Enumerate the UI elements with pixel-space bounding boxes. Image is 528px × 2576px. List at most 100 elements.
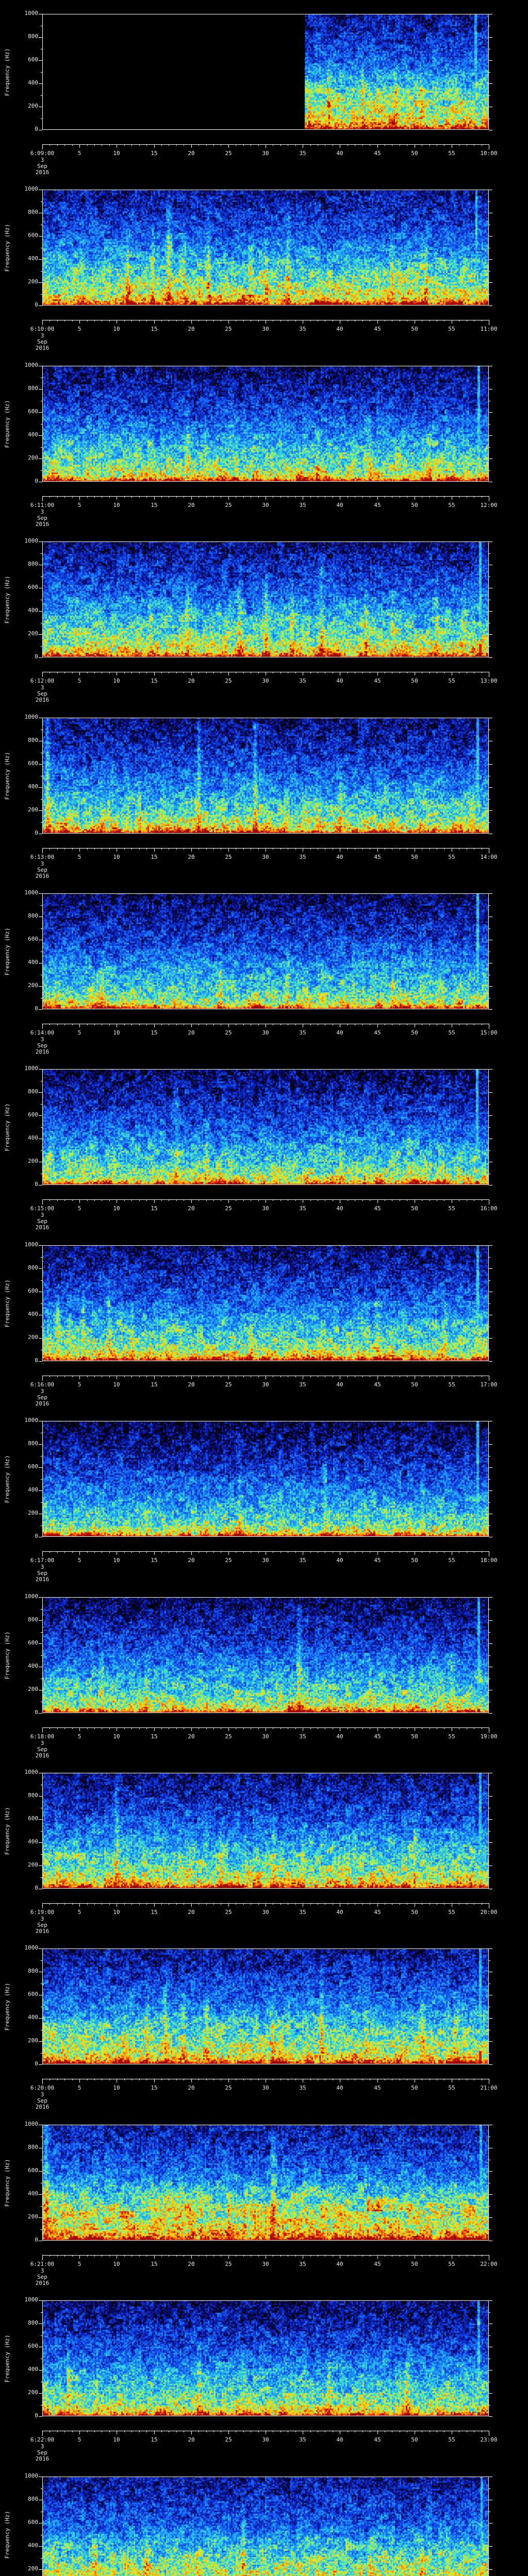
freq-tick-label: 0 [35, 1709, 38, 1716]
time-tick-label: 35 [299, 1381, 306, 1388]
freq-tick-label: 1000 [24, 1241, 39, 1248]
time-tick-label: 40 [336, 2084, 343, 2091]
start-time-label: 6:22:00 [30, 2436, 55, 2443]
time-tick-label: 20 [188, 150, 195, 157]
freq-tick-label: 200 [28, 1158, 38, 1164]
frequency-axis-title: Frequency (Hz) [4, 1279, 11, 1328]
freq-tick-label: 1000 [24, 362, 39, 368]
freq-tick-label: 400 [28, 2542, 38, 2549]
freq-tick-label: 800 [28, 1616, 38, 1623]
freq-tick-label: 800 [28, 912, 38, 919]
date-line: 2016 [35, 697, 50, 703]
time-tick-label: 45 [374, 326, 381, 332]
time-tick-label: 25 [225, 150, 232, 157]
frequency-axis-title: Frequency (Hz) [4, 1982, 11, 2031]
freq-tick-label: 600 [28, 1815, 38, 1822]
time-tick-label: 15 [151, 854, 158, 860]
freq-tick-label: 200 [28, 630, 38, 637]
freq-tick-label: 400 [28, 1838, 38, 1845]
time-tick-label: 30 [262, 502, 269, 509]
time-tick-label: 50 [411, 1381, 418, 1388]
time-tick-label: 50 [411, 1909, 418, 1916]
start-time-label: 6:13:00 [30, 854, 55, 860]
time-tick-label: 5 [77, 502, 81, 509]
freq-tick-label: 800 [28, 2144, 38, 2150]
time-tick-label: 10 [113, 150, 120, 157]
start-time-label: 6:21:00 [30, 2261, 55, 2267]
time-tick-label: 10 [113, 854, 120, 860]
time-tick-label: 45 [374, 1557, 381, 1564]
time-tick-label: 5 [77, 1909, 81, 1916]
time-tick-label: 45 [374, 2261, 381, 2267]
time-tick-label: 35 [299, 502, 306, 509]
time-tick-label: 5 [77, 1733, 81, 1740]
start-time-label: 6:09:00 [30, 150, 55, 157]
time-tick-label: 20 [188, 2261, 195, 2267]
freq-tick-label: 400 [28, 255, 38, 262]
frequency-axis-title: Frequency (Hz) [4, 224, 11, 272]
time-tick-label: 50 [411, 150, 418, 157]
time-tick-label: 25 [225, 1557, 232, 1564]
end-time-label: 17:00 [480, 1381, 498, 1388]
time-tick-label: 15 [151, 150, 158, 157]
end-time-label: 11:00 [480, 326, 498, 332]
freq-tick-label: 400 [28, 959, 38, 965]
freq-tick-label: 200 [28, 454, 38, 461]
time-tick-label: 25 [225, 2084, 232, 2091]
start-time-label: 6:15:00 [30, 1205, 55, 1212]
time-tick-label: 50 [411, 2261, 418, 2267]
time-tick-label: 20 [188, 1733, 195, 1740]
spectrogram-canvas [42, 1597, 489, 1713]
freq-tick-label: 200 [28, 1861, 38, 1868]
freq-tick-label: 400 [28, 1311, 38, 1317]
freq-tick-label: 600 [28, 760, 38, 767]
freq-tick-label: 800 [28, 737, 38, 743]
time-tick-label: 40 [336, 502, 343, 509]
freq-tick-label: 800 [28, 209, 38, 215]
freq-tick-label: 600 [28, 2343, 38, 2349]
date-line: 2016 [35, 2280, 50, 2286]
time-tick-label: 15 [151, 1029, 158, 1036]
time-tick-label: 40 [336, 2436, 343, 2443]
freq-tick-label: 600 [28, 2167, 38, 2174]
time-tick-label: 30 [262, 1381, 269, 1388]
time-tick-label: 30 [262, 150, 269, 157]
time-tick-label: 20 [188, 2084, 195, 2091]
time-tick-label: 5 [77, 677, 81, 684]
freq-tick-label: 800 [28, 1264, 38, 1271]
time-tick-label: 20 [188, 1909, 195, 1916]
start-time-label: 6:10:00 [30, 326, 55, 332]
freq-tick-label: 1000 [24, 2472, 39, 2479]
freq-tick-label: 600 [28, 936, 38, 942]
freq-tick-label: 0 [35, 126, 38, 132]
time-tick-label: 30 [262, 1733, 269, 1740]
time-tick-label: 5 [77, 1205, 81, 1212]
freq-tick-label: 800 [28, 1792, 38, 1799]
freq-tick-label: 800 [28, 1088, 38, 1095]
freq-tick-label: 400 [28, 1486, 38, 1493]
time-tick-label: 5 [77, 854, 81, 860]
freq-tick-label: 0 [35, 2236, 38, 2243]
freq-tick-label: 0 [35, 1005, 38, 1012]
time-tick-label: 20 [188, 677, 195, 684]
time-tick-label: 15 [151, 1733, 158, 1740]
time-tick-label: 55 [448, 1205, 455, 1212]
time-tick-label: 25 [225, 1909, 232, 1916]
freq-tick-label: 600 [28, 408, 38, 415]
time-tick-label: 20 [188, 1205, 195, 1212]
time-tick-label: 40 [336, 854, 343, 860]
freq-tick-label: 600 [28, 1639, 38, 1646]
time-tick-label: 25 [225, 1381, 232, 1388]
time-tick-label: 15 [151, 1909, 158, 1916]
end-time-label: 20:00 [480, 1909, 498, 1916]
freq-tick-label: 200 [28, 1510, 38, 1516]
spectrogram-panel: Frequency (Hz) 0 200 400 600 800 1000 5 10 15 20 25… [0, 714, 528, 893]
time-tick-label: 40 [336, 1029, 343, 1036]
frequency-axis-title: Frequency (Hz) [4, 2511, 11, 2559]
time-tick-label: 50 [411, 1557, 418, 1564]
time-tick-label: 55 [448, 1909, 455, 1916]
start-time-label: 6:11:00 [30, 502, 55, 509]
time-tick-label: 10 [113, 1909, 120, 1916]
freq-tick-label: 200 [28, 1686, 38, 1692]
time-tick-label: 40 [336, 1733, 343, 1740]
